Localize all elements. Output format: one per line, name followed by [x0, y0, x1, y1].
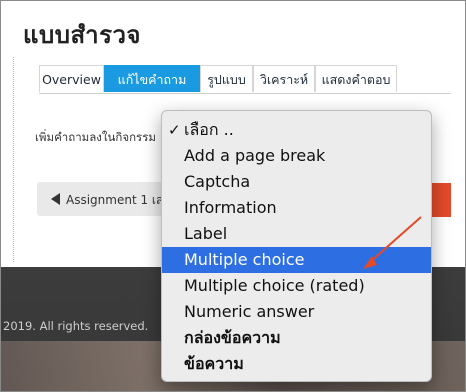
menu-item-text-box[interactable]: กล่องข้อความ [162, 325, 431, 351]
menu-item-choose[interactable]: ✓ เลือก .. [162, 117, 431, 143]
menu-item-multiple-choice-rated[interactable]: Multiple choice (rated) [162, 273, 431, 299]
checkmark-icon: ✓ [168, 121, 181, 139]
copyright-text: 2019. All rights reserved. [3, 319, 149, 333]
menu-item-text[interactable]: ข้อความ [162, 351, 431, 377]
menu-item-captcha[interactable]: Captcha [162, 169, 431, 195]
tab-bar: Overview แก้ไขคำถาม รูปแบบ วิเคราะห์ แสด… [39, 65, 451, 94]
content-border [13, 57, 14, 262]
menu-item-multiple-choice[interactable]: Multiple choice [162, 247, 431, 273]
tab-edit-questions[interactable]: แก้ไขคำถาม [104, 65, 200, 92]
previous-activity-label: Assignment 1 เส [66, 193, 164, 207]
previous-activity-button[interactable]: Assignment 1 เส [37, 182, 177, 216]
menu-item-label: เลือก .. [184, 120, 234, 139]
back-arrow-icon [51, 193, 60, 205]
tab-analysis[interactable]: วิเคราะห์ [253, 65, 315, 92]
question-type-dropdown[interactable]: ✓ เลือก .. Add a page break Captcha Info… [161, 110, 432, 382]
menu-item-label-type[interactable]: Label [162, 221, 431, 247]
tab-format[interactable]: รูปแบบ [200, 65, 253, 92]
add-question-label: เพิ่มคำถามลงในกิจกรรม [35, 130, 156, 144]
menu-item-add-page-break[interactable]: Add a page break [162, 143, 431, 169]
tab-overview[interactable]: Overview [39, 65, 104, 92]
tab-show-answers[interactable]: แสดงคำตอบ [315, 65, 397, 92]
menu-item-numeric-answer[interactable]: Numeric answer [162, 299, 431, 325]
menu-item-information[interactable]: Information [162, 195, 431, 221]
page-title: แบบสำรวจ [23, 21, 141, 49]
screenshot-frame: แบบสำรวจ Overview แก้ไขคำถาม รูปแบบ วิเค… [0, 0, 466, 392]
